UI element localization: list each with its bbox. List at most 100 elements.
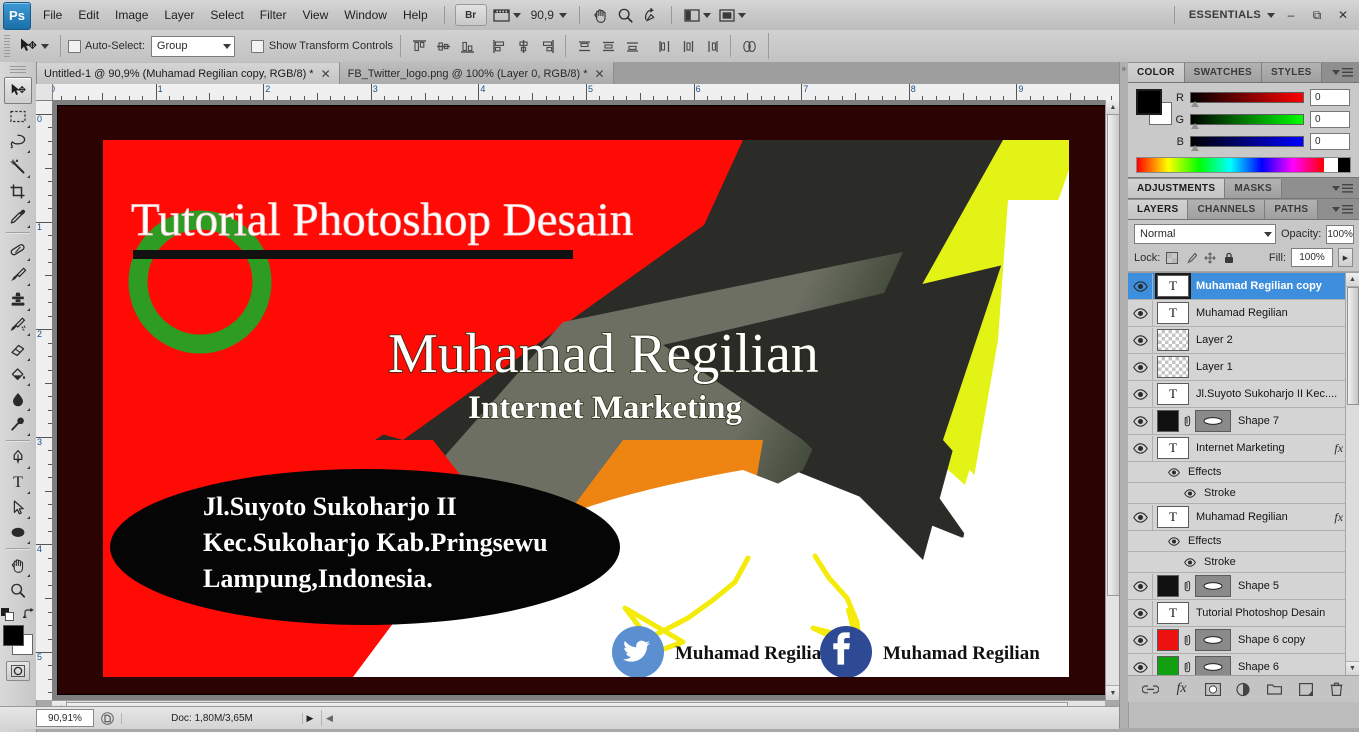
view-extras-button[interactable] — [490, 3, 524, 27]
auto-align-layers-button[interactable] — [738, 35, 760, 57]
color-panel-foreground-swatch[interactable] — [1136, 89, 1162, 115]
layer-thumbnail[interactable]: T — [1157, 602, 1189, 624]
layer-effect-row[interactable]: Stroke — [1128, 552, 1359, 573]
layer-thumbnail[interactable]: T — [1157, 275, 1189, 297]
layer-visibility-toggle[interactable] — [1128, 409, 1153, 434]
opacity-value-field[interactable]: 100% — [1326, 225, 1354, 244]
layer-thumbnail[interactable]: T — [1157, 302, 1189, 324]
effect-visibility-toggle[interactable] — [1166, 468, 1182, 477]
spectrum-hues[interactable] — [1137, 158, 1324, 172]
channel-value-b[interactable]: 0 — [1310, 133, 1350, 150]
close-icon[interactable]: ✕ — [321, 68, 331, 80]
zoom-level-menu[interactable]: 90,9 — [526, 3, 570, 27]
history-brush-tool[interactable] — [5, 312, 31, 337]
move-tool[interactable] — [4, 77, 32, 104]
layer-row[interactable]: T Muhamad Regilian fx ▲ — [1128, 504, 1359, 531]
tab-layers[interactable]: LAYERS — [1128, 200, 1188, 219]
link-mask-icon[interactable] — [1182, 661, 1192, 673]
document-sizes-icon[interactable] — [97, 710, 117, 726]
layer-visibility-toggle[interactable] — [1128, 436, 1153, 461]
layer-row[interactable]: Layer 2 — [1128, 327, 1359, 354]
link-mask-icon[interactable] — [1182, 634, 1192, 646]
quick-mask-toggle[interactable] — [6, 661, 30, 681]
effect-visibility-toggle[interactable] — [1166, 537, 1182, 546]
business-card-design[interactable]: Tutorial Photoshop Desain Muhamad Regili… — [103, 140, 1069, 677]
healing-brush-tool[interactable] — [5, 237, 31, 262]
canvas-area[interactable]: Tutorial Photoshop Desain Muhamad Regili… — [52, 100, 1119, 700]
menu-filter[interactable]: Filter — [252, 0, 295, 30]
layer-thumbnail[interactable]: T — [1157, 437, 1189, 459]
arrange-documents-button[interactable] — [681, 3, 714, 27]
auto-select-scope-select[interactable]: Group — [151, 36, 235, 57]
link-mask-icon[interactable] — [1182, 415, 1192, 427]
new-layer-icon[interactable] — [1297, 680, 1315, 698]
show-transform-controls-checkbox[interactable] — [251, 40, 264, 53]
layers-scrollbar[interactable]: ▲ ▼ — [1345, 273, 1359, 675]
eraser-tool[interactable] — [5, 337, 31, 362]
lock-position-icon[interactable] — [1203, 251, 1216, 264]
path-selection-tool[interactable] — [5, 495, 31, 520]
layer-visibility-toggle[interactable] — [1128, 655, 1153, 676]
rectangular-marquee-tool[interactable] — [5, 104, 31, 129]
tab-channels[interactable]: CHANNELS — [1188, 200, 1265, 219]
status-zoom-field[interactable]: 90,91% — [36, 709, 94, 727]
vector-mask-thumbnail[interactable] — [1195, 656, 1231, 675]
fill-value-field[interactable]: 100% — [1291, 248, 1333, 267]
current-tool-preset[interactable] — [14, 33, 53, 59]
crop-tool[interactable] — [5, 179, 31, 204]
layer-row[interactable]: Layer 1 — [1128, 354, 1359, 381]
blur-tool[interactable] — [5, 387, 31, 412]
tab-swatches[interactable]: SWATCHES — [1185, 63, 1262, 82]
lock-image-pixels-icon[interactable] — [1184, 251, 1197, 264]
options-bar-grip[interactable] — [4, 35, 10, 57]
layer-visibility-toggle[interactable] — [1128, 574, 1153, 599]
eyedropper-tool[interactable] — [5, 204, 31, 229]
zoom-tool[interactable] — [5, 578, 31, 603]
spectrum-white[interactable] — [1324, 158, 1338, 172]
effect-visibility-toggle[interactable] — [1182, 489, 1198, 498]
link-layers-icon[interactable] — [1142, 680, 1160, 698]
tab-adjustments[interactable]: ADJUSTMENTS — [1128, 179, 1225, 198]
default-colors-icon[interactable] — [1, 608, 14, 621]
hand-tool[interactable] — [5, 553, 31, 578]
layers-scroll-down-arrow[interactable]: ▼ — [1346, 661, 1359, 675]
layer-visibility-toggle[interactable] — [1128, 628, 1153, 653]
channel-value-g[interactable]: 0 — [1310, 111, 1350, 128]
fill-stepper[interactable]: ▶ — [1338, 248, 1353, 267]
dodge-tool[interactable] — [5, 412, 31, 437]
layer-color-thumbnail[interactable] — [1157, 656, 1179, 675]
window-minimize-button[interactable]: – — [1281, 5, 1301, 25]
align-left-edges-button[interactable] — [488, 35, 510, 57]
layer-color-thumbnail[interactable] — [1157, 629, 1179, 651]
collapse-panels-icon[interactable]: » — [1122, 64, 1126, 73]
menu-edit[interactable]: Edit — [70, 0, 107, 30]
layer-row[interactable]: Shape 6 copy — [1128, 627, 1359, 654]
blend-mode-select[interactable]: Normal — [1134, 224, 1276, 244]
layer-row[interactable]: Shape 5 — [1128, 573, 1359, 600]
slider-knob-g[interactable] — [1191, 123, 1199, 129]
align-top-edges-button[interactable] — [408, 35, 430, 57]
layer-row[interactable]: Shape 6 — [1128, 654, 1359, 675]
distribute-vertical-centers-button[interactable] — [597, 35, 619, 57]
vector-mask-thumbnail[interactable] — [1195, 410, 1231, 432]
add-layer-mask-icon[interactable] — [1204, 680, 1222, 698]
window-close-button[interactable]: ✕ — [1333, 5, 1353, 25]
slider-r[interactable] — [1190, 92, 1304, 103]
tab-styles[interactable]: STYLES — [1262, 63, 1322, 82]
layer-row[interactable]: Shape 7 — [1128, 408, 1359, 435]
scroll-down-arrow[interactable]: ▼ — [1106, 685, 1120, 700]
close-icon[interactable]: ✕ — [595, 68, 605, 80]
horizontal-ruler[interactable]: 0123456789 — [36, 84, 1119, 101]
layer-thumbnail[interactable] — [1157, 356, 1189, 378]
menu-select[interactable]: Select — [202, 0, 251, 30]
lock-all-icon[interactable] — [1222, 251, 1235, 264]
adjustments-panel-menu-button[interactable] — [1326, 179, 1359, 198]
workspace-switcher[interactable]: ESSENTIALS — [1189, 9, 1261, 21]
paint-bucket-tool[interactable] — [5, 362, 31, 387]
menu-image[interactable]: Image — [107, 0, 156, 30]
menu-help[interactable]: Help — [395, 0, 436, 30]
effect-visibility-toggle[interactable] — [1182, 558, 1198, 567]
new-fill-adjustment-icon[interactable] — [1235, 680, 1253, 698]
distribute-left-edges-button[interactable] — [653, 35, 675, 57]
layer-visibility-toggle[interactable] — [1128, 601, 1153, 626]
